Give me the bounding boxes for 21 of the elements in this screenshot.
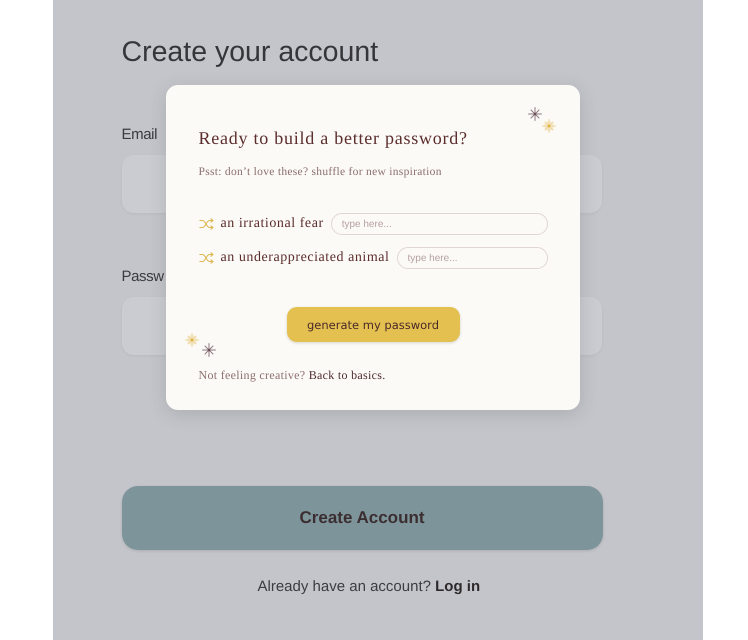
prompt-input[interactable]: type here... <box>330 213 548 235</box>
page-title: Create your account <box>122 35 378 69</box>
dialog-title: Ready to build a better password? <box>198 127 468 150</box>
back-to-basics-link[interactable]: Back to basics. <box>308 368 386 382</box>
sparkle-icon <box>184 333 198 347</box>
login-link[interactable]: Log in <box>435 578 480 595</box>
sparkle-icon <box>542 119 556 133</box>
prompt-input[interactable]: type here... <box>396 247 548 269</box>
shuffle-icon[interactable] <box>198 218 214 230</box>
field-label: Passw <box>122 268 164 286</box>
generate-password-button[interactable]: generate my password <box>286 307 460 342</box>
prompt-label: an irrational fear <box>220 215 324 233</box>
login-prompt: Already have an account? Log in <box>258 577 480 597</box>
sparkle-icon <box>528 107 542 121</box>
create-account-button[interactable]: Create Account <box>122 486 602 550</box>
dialog-subtitle: Psst: don’t love these? shuffle for new inspiration <box>198 165 442 180</box>
prompt-label: an underappreciated animal <box>220 249 390 267</box>
field-label: Email <box>122 126 158 144</box>
sparkle-icon <box>202 343 216 357</box>
shuffle-icon[interactable] <box>198 252 214 264</box>
creative-prompt: Not feeling creative? Back to basics. <box>198 367 386 383</box>
